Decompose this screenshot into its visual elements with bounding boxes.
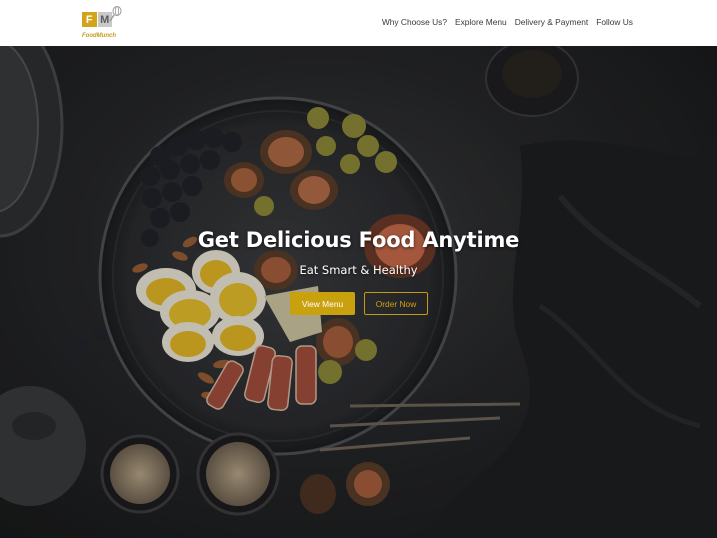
hero-subtitle: Eat Smart & Healthy (299, 263, 418, 277)
hero-title: Get Delicious Food Anytime (197, 228, 520, 252)
main-nav: Why Choose Us? Explore Menu Delivery & P… (382, 17, 633, 27)
logo-letter-f: F (82, 12, 97, 27)
order-now-button[interactable]: Order Now (364, 292, 428, 315)
nav-link-delivery-payment[interactable]: Delivery & Payment (515, 17, 589, 27)
whisk-icon (109, 6, 122, 22)
hero-section: Get Delicious Food Anytime Eat Smart & H… (0, 46, 717, 538)
logo-mark: F M (82, 12, 112, 28)
nav-link-follow-us[interactable]: Follow Us (596, 17, 633, 27)
hero-buttons: View Menu Order Now (290, 292, 428, 315)
brand-logo[interactable]: F M FoodMunch (80, 6, 124, 42)
nav-link-why-choose-us[interactable]: Why Choose Us? (382, 17, 447, 27)
view-menu-button[interactable]: View Menu (290, 292, 355, 315)
nav-link-explore-menu[interactable]: Explore Menu (455, 17, 507, 27)
site-header: F M FoodMunch Why Choose Us? Explore Men… (0, 0, 717, 46)
logo-tagline: FoodMunch (82, 33, 116, 39)
